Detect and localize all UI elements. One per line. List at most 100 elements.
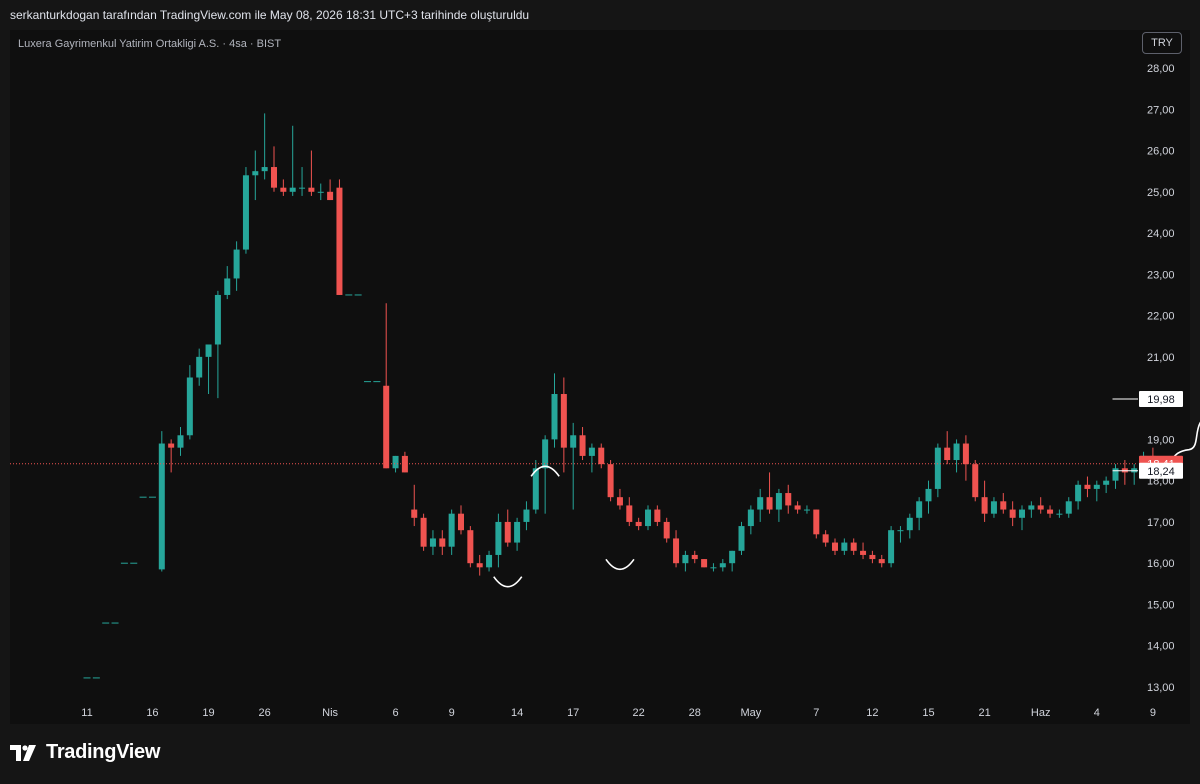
price-tick-label: 14,00 [1147,641,1175,653]
candle-body [448,513,455,547]
candle-body [336,187,343,295]
candle-body [944,447,951,461]
candle-body [242,175,249,250]
candle-body [663,521,670,539]
candle-body [439,538,446,547]
candle-body [495,521,502,555]
candle-body [271,167,277,188]
candle-body [420,517,427,547]
candle-body [1093,484,1100,489]
candle-body [1112,468,1119,481]
candle-body [467,530,474,564]
time-tick-label: 11 [81,707,92,719]
candle-body [158,443,165,570]
candle-body [878,559,885,564]
candle-body [1047,509,1054,514]
candle-body [233,249,240,279]
candle-body [682,554,689,564]
candle-body [196,356,203,378]
candle-body [953,443,960,461]
time-axis[interactable]: 11 16 19 26 Nis 6 9 14 17 22 28 May 7 12 15 21 Haz 4 9 [81,707,1156,719]
time-tick-label: 21 [978,707,990,719]
candle-body [224,278,231,295]
time-tick-label: 6 [392,707,398,719]
time-tick-label: 22 [633,707,645,719]
candle-body [962,443,969,465]
candle-body [869,554,876,560]
smile-arc[interactable] [493,576,523,588]
time-tick-label: 28 [689,707,701,719]
candle-body [1075,484,1082,502]
candle-body [299,187,306,189]
candle-body [850,542,857,551]
candle-body [934,447,941,489]
candle-body [327,191,334,201]
logo-text: TradingView [46,741,161,763]
candles [83,113,1156,679]
candle-body [317,191,324,193]
candle-body [841,542,848,551]
candle-body [775,493,782,510]
candle-body [1000,501,1007,510]
price-axis[interactable]: 13,0014,0015,0016,0017,0018,0019,0020,00… [1147,63,1175,694]
candle-body [532,468,539,510]
price-tick-label: 13,00 [1147,682,1175,694]
currency-button[interactable]: TRY [1142,32,1182,54]
candle-body [822,534,829,543]
smile-arc[interactable] [605,558,635,571]
time-tick-label: 9 [1150,707,1156,719]
candle-body [888,530,895,564]
candle-body [261,167,268,172]
candle-body [626,505,633,522]
candle-body [972,464,979,498]
candle-body [598,447,605,465]
candle-body [205,344,212,357]
tradingview-logo[interactable]: TradingView [10,741,160,764]
candle-body [719,563,726,568]
candle-body [738,526,745,551]
candle-body [504,521,511,543]
time-tick-label: 9 [449,707,455,719]
candle-body [429,538,436,547]
price-tick-label: 27,00 [1147,104,1175,116]
candle-body [579,435,586,456]
candle-body [476,563,483,568]
time-tick-label: 12 [866,707,878,719]
candle-body [560,394,567,448]
candle-body [1103,480,1110,485]
candle-body [214,294,221,345]
candle-body [514,521,521,543]
price-tick-label: 15,00 [1147,599,1175,611]
symbol-legend[interactable]: Luxera Gayrimenkul Yatirim Ortakligi A.S… [18,38,281,50]
candle-body [607,464,614,498]
candle-body [645,509,651,527]
candle-body [401,455,408,473]
candle-body [832,542,838,551]
candle-body [747,509,754,527]
candle-body [486,554,493,568]
candle-body [785,493,792,506]
candle-body [1056,513,1063,515]
time-tick-label: 19 [202,707,214,719]
candle-body [803,509,810,511]
price-tick-label: 21,00 [1147,352,1175,364]
candle-body [588,447,595,456]
time-tick-label: 15 [922,707,934,719]
time-tick-label: 4 [1094,707,1100,719]
candle-body [813,509,820,535]
candle-body [673,538,680,564]
candle-body [186,377,193,436]
price-tick-label: 16,00 [1147,558,1175,570]
candle-body [794,505,801,510]
price-tick-label: 24,00 [1147,228,1175,240]
candle-body [252,171,259,176]
candle-body [616,497,623,506]
tradingview-logo-icon [10,744,36,761]
candle-body [860,550,867,555]
price-tick-label: 22,00 [1147,311,1175,323]
candle-body [458,513,464,531]
time-tick-label: 7 [813,707,819,719]
price-tick-label: 26,00 [1147,146,1175,158]
candlestick-chart[interactable]: 13,0014,0015,0016,0017,0018,0019,0020,00… [0,0,1200,784]
candle-body [757,497,764,510]
